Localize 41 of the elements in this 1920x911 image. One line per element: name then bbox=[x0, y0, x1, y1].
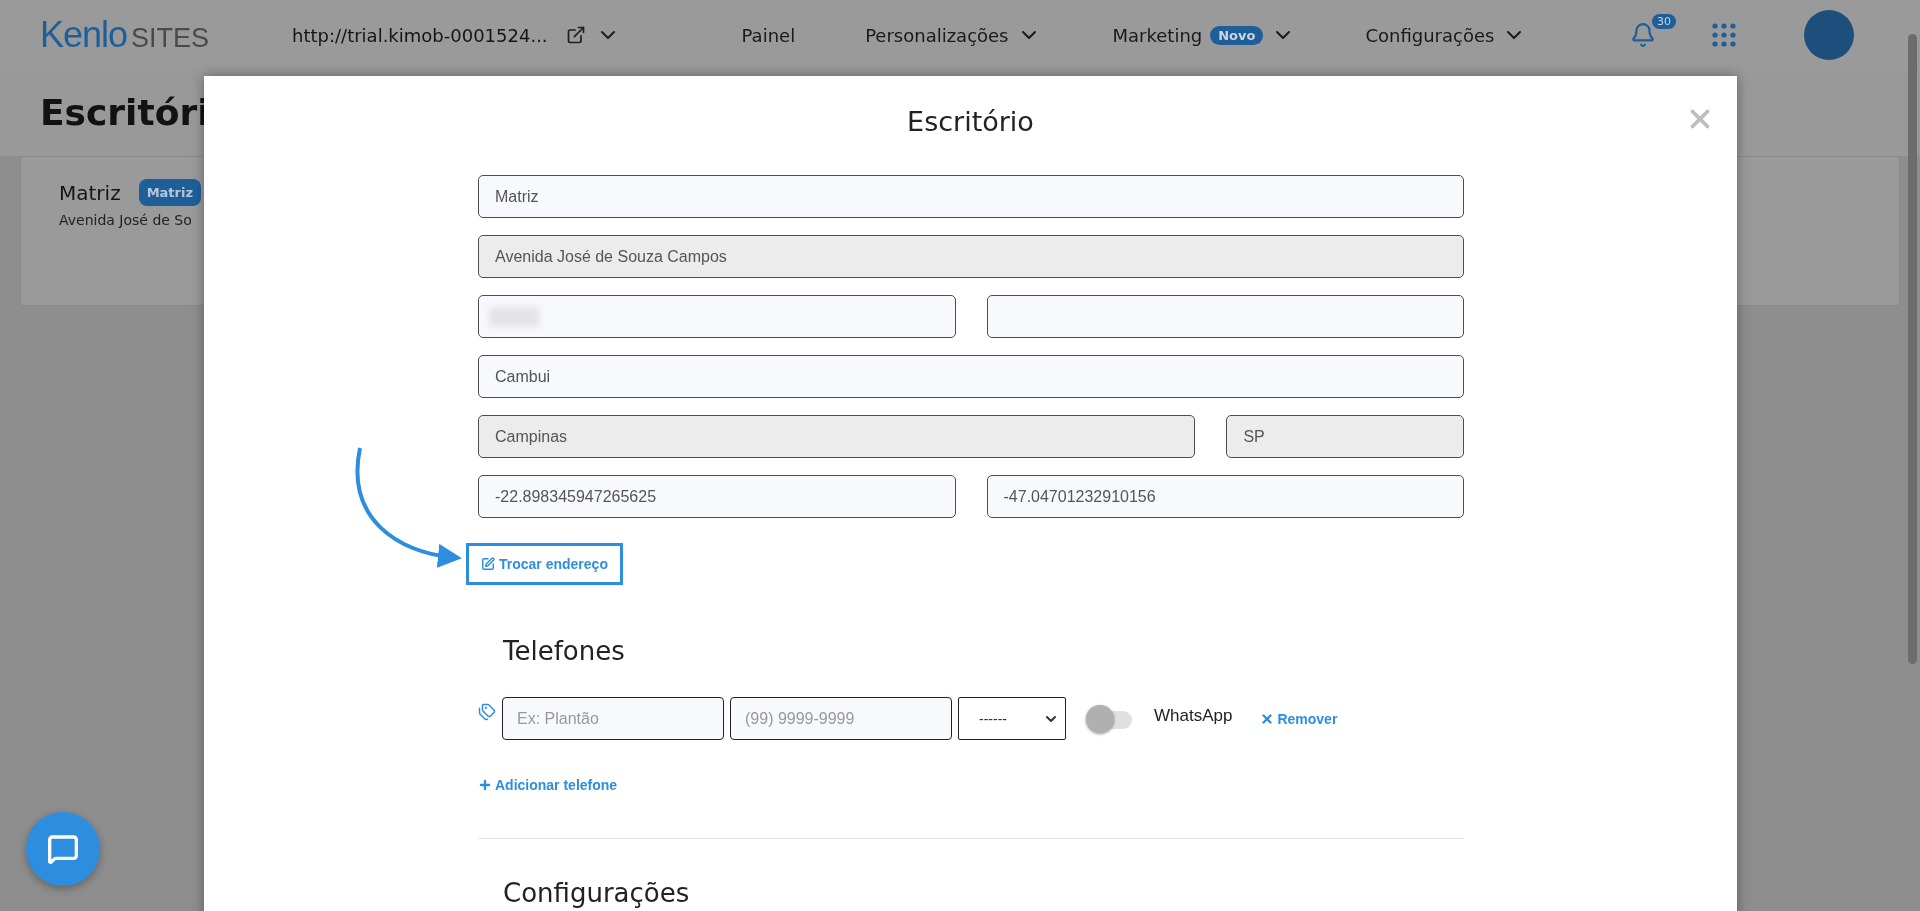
edit-icon bbox=[481, 557, 495, 571]
input-field[interactable]: -47.04701232910156 bbox=[986, 475, 1464, 518]
close-icon bbox=[1260, 711, 1275, 726]
apps-grid-icon[interactable] bbox=[1712, 23, 1736, 47]
tags-icon bbox=[478, 703, 496, 721]
input-field[interactable]: (99) 9999-9999 bbox=[730, 697, 952, 740]
input-field[interactable] bbox=[478, 295, 956, 338]
input-field[interactable]: Matriz bbox=[478, 175, 1464, 218]
plus-icon bbox=[478, 778, 492, 792]
chat-button[interactable] bbox=[26, 812, 100, 886]
nav-menu-item[interactable]: Marketing Novo bbox=[1112, 23, 1296, 47]
page-title: Escritóri bbox=[40, 92, 210, 133]
input-field[interactable] bbox=[986, 295, 1464, 338]
office-badge: Matriz bbox=[138, 179, 201, 206]
notifications-button[interactable] bbox=[1630, 22, 1656, 48]
section-title: Telefones bbox=[503, 636, 626, 666]
nav-menu-item[interactable]: Personalizações bbox=[865, 23, 1041, 47]
office-address: Avenida José de So bbox=[59, 212, 193, 228]
remove-link[interactable]: Remover bbox=[1260, 710, 1338, 727]
nav-menu-item[interactable]: Painel bbox=[741, 24, 796, 46]
input-field[interactable]: Cambui bbox=[478, 355, 1464, 398]
readonly-field[interactable]: Campinas bbox=[478, 415, 1196, 458]
add-phone-link[interactable]: Adicionar telefone bbox=[478, 777, 618, 793]
section-title: Configurações bbox=[503, 878, 691, 908]
input-field[interactable]: Ex: Plantão bbox=[502, 697, 724, 740]
toggle-label: WhatsApp bbox=[1154, 705, 1233, 726]
user-avatar[interactable] bbox=[1804, 10, 1854, 60]
select-field[interactable]: ------ bbox=[958, 697, 1066, 740]
scrollbar-thumb[interactable] bbox=[1908, 34, 1917, 664]
readonly-field[interactable]: SP bbox=[1226, 415, 1464, 458]
site-url: http://trial.kimob-0001524... bbox=[292, 24, 548, 46]
input-field[interactable]: -22.898345947265625 bbox=[478, 475, 956, 518]
readonly-field[interactable]: Avenida José de Souza Campos bbox=[478, 235, 1464, 278]
chat-icon bbox=[47, 833, 79, 865]
new-badge: Novo bbox=[1210, 25, 1264, 45]
change-address-link[interactable]: Trocar endereço bbox=[466, 543, 623, 585]
office-name: Matriz bbox=[59, 180, 121, 205]
modal-title: Escritório bbox=[906, 105, 1035, 137]
nav-menu-item[interactable]: Configurações bbox=[1365, 23, 1527, 47]
notification-count: 30 bbox=[1652, 14, 1676, 29]
external-link-icon[interactable] bbox=[565, 25, 586, 45]
